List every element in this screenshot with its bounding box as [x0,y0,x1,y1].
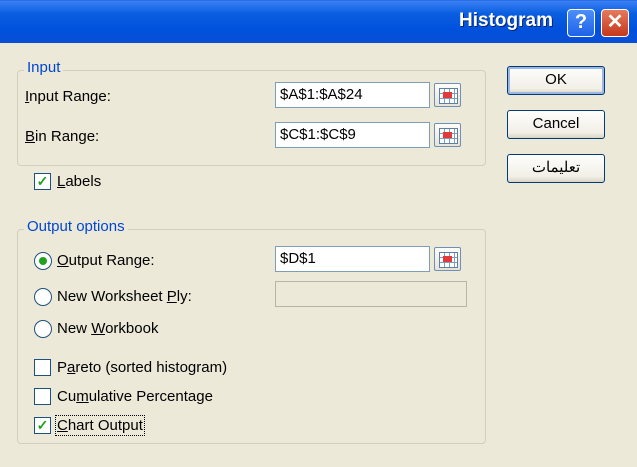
cumulative-percentage-label: Cumulative Percentage [57,388,213,405]
output-range-radio[interactable] [34,252,52,270]
labels-checkbox-label: Labels [57,173,102,190]
output-range-label: Output Range: [57,252,155,269]
pareto-checkbox[interactable] [34,359,51,376]
bin-range-field[interactable]: $C$1:$C$9 [275,122,430,148]
bin-range-label: Bin Range: [25,128,100,145]
input-range-label: Input Range: [25,88,111,105]
window-title: Histogram [459,10,553,31]
input-range-collapse-icon[interactable] [434,83,461,107]
chart-output-label: Chart Output [55,415,145,436]
new-worksheet-radio[interactable] [34,288,52,306]
input-group-legend: Input [24,59,64,76]
bin-range-collapse-icon[interactable] [434,123,461,147]
help-icon[interactable]: ? [567,9,595,37]
output-range-collapse-icon[interactable] [434,247,461,271]
new-worksheet-field[interactable] [275,281,467,307]
cancel-button[interactable]: Cancel [507,110,605,139]
pareto-label: Pareto (sorted histogram) [57,359,228,376]
chart-output-checkbox[interactable]: ✓ [34,417,51,434]
output-range-field[interactable]: $D$1 [275,246,430,272]
help-button[interactable]: تعليمات [507,154,605,183]
new-workbook-label: New Workbook [57,320,159,337]
new-workbook-radio[interactable] [34,320,52,338]
input-range-field[interactable]: $A$1:$A$24 [275,82,430,108]
labels-checkbox[interactable]: ✓ [34,173,51,190]
title-bar: Histogram ? ✕ [0,0,637,43]
output-options-legend: Output options [24,218,128,235]
cumulative-percentage-checkbox[interactable] [34,388,51,405]
close-icon[interactable]: ✕ [601,9,629,37]
ok-button[interactable]: OK [507,66,605,95]
new-worksheet-label: New Worksheet Ply: [57,288,192,305]
